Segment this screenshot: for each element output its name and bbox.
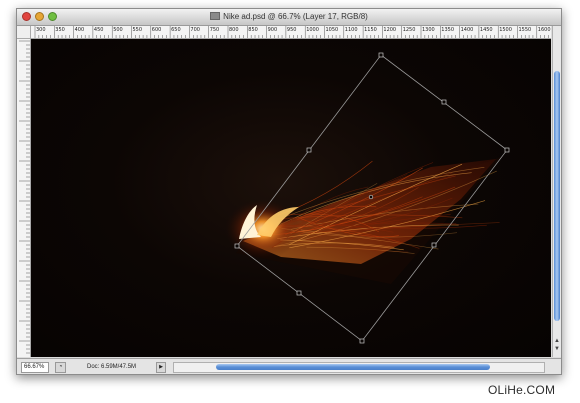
- window-title: Nike ad.psd @ 66.7% (Layer 17, RGB/8): [223, 12, 368, 21]
- handle-top-left[interactable]: [306, 147, 312, 153]
- ruler-tick-label: 900: [267, 27, 278, 33]
- ruler-tick-label: 1100: [344, 27, 358, 33]
- ruler-tick-label: 850: [248, 27, 258, 33]
- window-title-wrap: Nike ad.psd @ 66.7% (Layer 17, RGB/8): [17, 11, 561, 23]
- document-canvas[interactable]: [31, 39, 551, 357]
- handle-bottom-right[interactable]: [431, 242, 437, 248]
- ruler-tick-label: 800: [229, 27, 239, 33]
- ruler-tick-label: 450: [93, 27, 104, 33]
- transform-handles[interactable]: [234, 52, 510, 344]
- scroll-down-arrow[interactable]: ▼: [554, 346, 560, 352]
- ruler-tick-label: 400: [74, 27, 85, 33]
- scroll-up-arrow[interactable]: ▲: [554, 338, 560, 344]
- ruler-tick-label: 500: [113, 27, 123, 33]
- ruler-tick-label: 1000: [306, 27, 319, 33]
- horizontal-ruler[interactable]: 300 350 400 450 500 550 600 650 700 750 800 850 900 9…: [31, 26, 551, 39]
- horizontal-scroll-thumb[interactable]: [216, 364, 490, 370]
- navigator-icon[interactable]: ◔: [55, 362, 66, 373]
- watermark-text: OLiHe.COM: [488, 383, 556, 397]
- ruler-tick-label: 700: [190, 27, 200, 33]
- transform-center-point[interactable]: [368, 194, 374, 200]
- ruler-tick-label: 950: [286, 27, 297, 33]
- ruler-tick-label: 1350: [441, 27, 455, 33]
- vertical-scroll-thumb[interactable]: [554, 71, 560, 321]
- handle-right[interactable]: [504, 147, 510, 153]
- handle-top-right[interactable]: [441, 99, 447, 105]
- ruler-tick-label: 650: [171, 27, 181, 33]
- ruler-tick-label: 1400: [460, 27, 474, 33]
- handle-top[interactable]: [378, 52, 384, 58]
- ruler-origin[interactable]: [17, 26, 31, 39]
- zoom-level-field[interactable]: 66.67%: [21, 362, 49, 373]
- ruler-tick-label: 1550: [518, 27, 532, 33]
- ruler-tick-label: 1450: [479, 27, 493, 33]
- vertical-ruler[interactable]: [17, 39, 31, 357]
- ruler-tick-label: 550: [132, 27, 143, 33]
- ruler-tick-label: 1300: [422, 27, 435, 33]
- handle-bottom-left[interactable]: [296, 290, 302, 296]
- ruler-tick-label: 1600: [537, 27, 551, 33]
- handle-left[interactable]: [234, 243, 240, 249]
- title-bar[interactable]: Nike ad.psd @ 66.7% (Layer 17, RGB/8): [17, 9, 561, 26]
- document-icon: [210, 12, 221, 20]
- ruler-tick-label: 300: [36, 27, 46, 33]
- ruler-tick-label: 750: [209, 27, 220, 33]
- vertical-ruler-ticks: [19, 40, 30, 354]
- horizontal-scrollbar[interactable]: [173, 362, 545, 373]
- handle-bottom[interactable]: [359, 338, 365, 344]
- ruler-tick-label: 350: [55, 27, 65, 33]
- status-bar: 66.67% ◔ Doc: 6.59M/47.5M ▶: [17, 358, 561, 374]
- document-size-info: Doc: 6.59M/47.5M: [87, 364, 137, 370]
- ruler-tick-label: 1500: [499, 27, 512, 33]
- ruler-tick-label: 1150: [364, 27, 377, 33]
- vertical-scrollbar[interactable]: ▲ ▼: [552, 26, 561, 357]
- ruler-tick-label: 1050: [325, 27, 339, 33]
- ruler-tick-label: 600: [151, 27, 162, 33]
- status-menu-arrow[interactable]: ▶: [156, 362, 166, 373]
- photoshop-document-window: Nike ad.psd @ 66.7% (Layer 17, RGB/8) 30…: [16, 8, 562, 375]
- artwork: [225, 52, 510, 344]
- ruler-tick-label: 1200: [383, 27, 397, 33]
- ruler-tick-label: 1250: [402, 27, 416, 33]
